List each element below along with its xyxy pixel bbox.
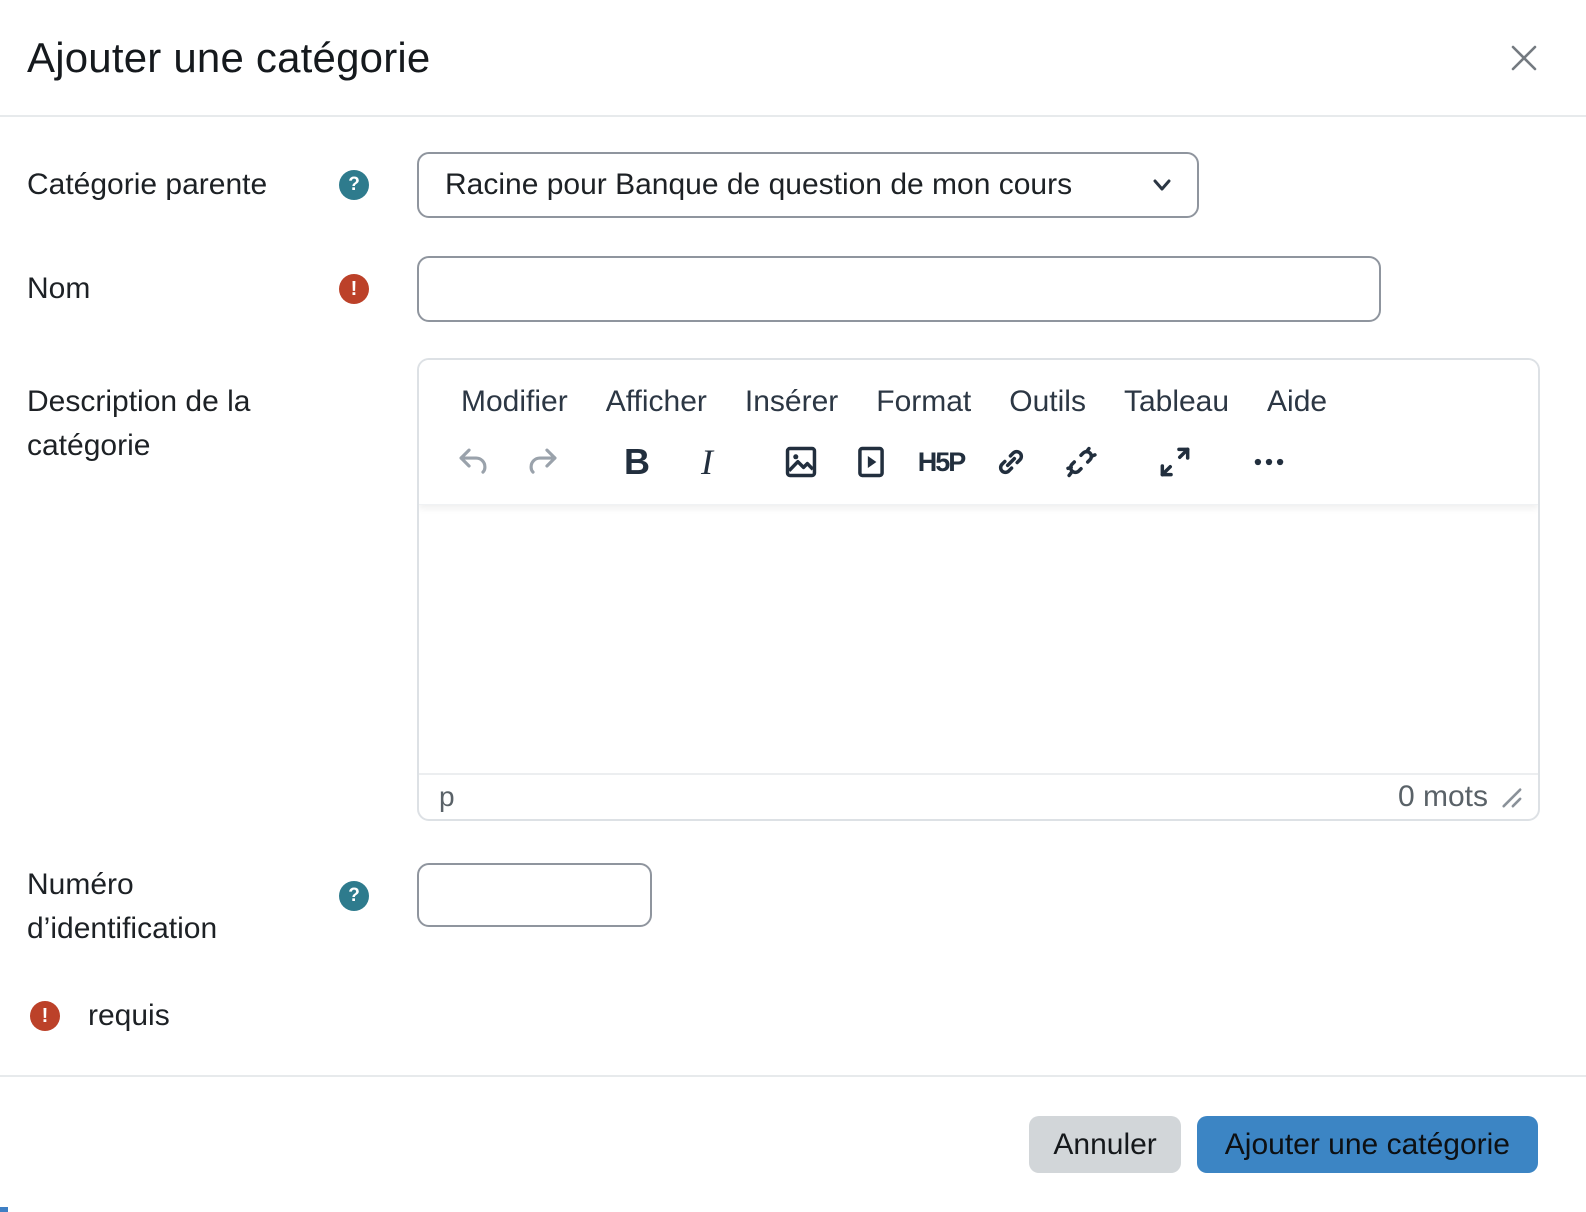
help-icon[interactable]: ? [339, 881, 369, 911]
menu-format[interactable]: Format [874, 382, 973, 422]
rich-text-editor: Modifier Afficher Insérer Format Outils … [417, 358, 1540, 821]
word-count[interactable]: 0 mots [1398, 780, 1488, 814]
help-icon[interactable]: ? [339, 170, 369, 200]
menu-tableau[interactable]: Tableau [1122, 382, 1231, 422]
description-label: Description de la catégorie [27, 385, 251, 462]
name-label: Nom [27, 272, 91, 305]
fullscreen-icon [1156, 443, 1194, 481]
bold-icon: B [624, 441, 650, 482]
modal-footer: Annuler Ajouter une catégorie [0, 1075, 1586, 1212]
parent-category-row: Catégorie parente ? Racine pour Banque d… [27, 152, 1540, 218]
media-icon [852, 443, 890, 481]
editor-statusbar: p 0 mots [419, 773, 1538, 819]
insert-link-button[interactable] [987, 438, 1035, 486]
parent-category-selected-value: Racine pour Banque de question de mon co… [445, 168, 1073, 201]
editor-content-area[interactable] [419, 505, 1538, 773]
close-button[interactable] [1502, 36, 1546, 80]
insert-h5p-button[interactable]: H5P [917, 438, 967, 486]
undo-button[interactable] [449, 438, 497, 486]
parent-category-label: Catégorie parente [27, 168, 268, 201]
required-note: ! requis [27, 999, 1540, 1033]
required-note-label: requis [88, 999, 170, 1032]
close-icon [1505, 39, 1543, 77]
link-icon [992, 443, 1030, 481]
undo-icon [454, 443, 492, 481]
menu-inserer[interactable]: Insérer [743, 382, 840, 422]
insert-image-button[interactable] [777, 438, 825, 486]
insert-media-button[interactable] [847, 438, 895, 486]
editor-menubar: Modifier Afficher Insérer Format Outils … [419, 360, 1538, 426]
required-icon: ! [30, 1001, 60, 1031]
unlink-icon [1062, 443, 1100, 481]
idnumber-input[interactable] [417, 863, 652, 927]
fullscreen-button[interactable] [1151, 438, 1199, 486]
h5p-icon: H5P [917, 446, 967, 477]
remove-link-button[interactable] [1057, 438, 1105, 486]
image-icon [782, 443, 820, 481]
idnumber-row: Numéro d’identification ? [27, 863, 1540, 951]
modal-title: Ajouter une catégorie [27, 33, 431, 81]
page-edge-artifact [0, 1207, 8, 1212]
italic-button[interactable]: I [683, 438, 731, 486]
idnumber-label: Numéro d’identification [27, 868, 218, 945]
submit-button[interactable]: Ajouter une catégorie [1196, 1116, 1538, 1173]
resize-handle-icon[interactable] [1500, 786, 1522, 808]
cancel-button[interactable]: Annuler [1029, 1116, 1181, 1173]
required-icon: ! [339, 274, 369, 304]
element-path[interactable]: p [439, 781, 455, 813]
menu-aide[interactable]: Aide [1265, 382, 1329, 422]
modal-header: Ajouter une catégorie [0, 0, 1586, 117]
bold-button[interactable]: B [613, 438, 661, 486]
modal-body: Catégorie parente ? Racine pour Banque d… [0, 117, 1586, 1033]
editor-toolbar: B I H5P [419, 426, 1538, 504]
more-options-button[interactable] [1245, 438, 1293, 486]
parent-category-select[interactable]: Racine pour Banque de question de mon co… [417, 152, 1199, 218]
redo-icon [524, 443, 562, 481]
menu-modifier[interactable]: Modifier [459, 382, 570, 422]
name-row: Nom ! [27, 256, 1540, 322]
redo-button[interactable] [519, 438, 567, 486]
name-input[interactable] [417, 256, 1381, 322]
description-row: Description de la catégorie Modifier Aff… [27, 358, 1540, 821]
ellipsis-icon [1250, 443, 1288, 481]
menu-afficher[interactable]: Afficher [604, 382, 709, 422]
menu-outils[interactable]: Outils [1007, 382, 1088, 422]
italic-icon: I [701, 442, 713, 482]
